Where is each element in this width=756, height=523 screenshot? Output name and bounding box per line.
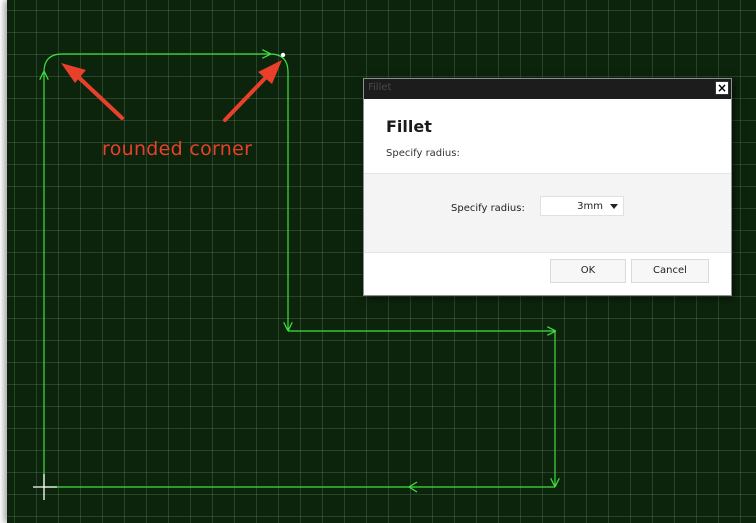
dialog-subheading: Specify radius:: [386, 148, 460, 159]
dialog-heading: Fillet: [386, 117, 432, 136]
annotation-arrows: [61, 60, 282, 122]
dialog-content: Specify radius: 3mm: [364, 173, 731, 253]
ok-button[interactable]: OK: [550, 259, 626, 283]
cancel-button[interactable]: Cancel: [631, 259, 709, 283]
origin-crosshair: [33, 474, 57, 500]
dialog-titlebar[interactable]: Fillet ×: [364, 79, 731, 99]
close-button[interactable]: ×: [715, 81, 729, 95]
radius-field-label: Specify radius:: [451, 203, 525, 214]
rounded-corner-arc[interactable]: [43, 53, 63, 73]
chevron-down-icon[interactable]: [610, 204, 618, 209]
dialog-header: Fillet Specify radius:: [364, 99, 731, 173]
dialog-window-title: Fillet: [368, 82, 392, 93]
fillet-point[interactable]: [280, 52, 286, 58]
radius-input[interactable]: 3mm: [540, 196, 624, 216]
radius-value[interactable]: 3mm: [577, 201, 603, 212]
fillet-dialog: Fillet × Fillet Specify radius: Specify …: [363, 78, 732, 296]
rounded-corner-annotation: rounded corner: [102, 138, 253, 160]
